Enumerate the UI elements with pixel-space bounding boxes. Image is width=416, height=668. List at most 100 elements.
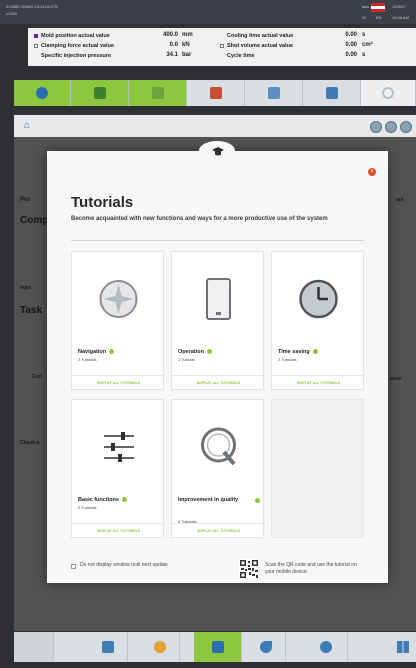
bottom-nav-auto-button[interactable] — [304, 632, 348, 662]
dialog-subtitle: Become acquainted with new functions and… — [71, 216, 328, 222]
process-icon — [209, 87, 222, 99]
tutorial-card-operation[interactable]: Operation 1 Tutorial DISPLAY ALL TUTORIA… — [171, 251, 265, 390]
dont-show-again-label[interactable]: Do not display window until next update — [80, 562, 180, 569]
tutorial-card-basic-functions[interactable]: Basic functions 2 Tutorials DISPLAY ALL … — [71, 399, 165, 538]
value-row[interactable]: Clamping force actual value — [34, 42, 114, 50]
home-icon[interactable]: ⌂ — [24, 121, 34, 131]
value-row[interactable]: Mold position actual value — [34, 32, 110, 40]
value-row[interactable]: Shot volume actual value — [220, 42, 293, 50]
status-dot-icon — [109, 349, 115, 355]
value-row: Cooling time actual value — [227, 33, 294, 39]
sliders-icon — [104, 432, 134, 462]
clock-display: 10:38 AM — [392, 15, 409, 20]
language-code[interactable]: EN — [376, 15, 382, 20]
injection-icon — [151, 87, 164, 99]
display-all-link[interactable]: DISPLAY ALL TUTORIALS — [172, 523, 265, 533]
quality-icon — [267, 87, 280, 99]
display-all-link[interactable]: DISPLAY ALL TUTORIALS — [172, 375, 265, 385]
value-number: 400.0 — [162, 32, 178, 38]
display-all-link[interactable]: DISPLAY ALL TUTORIALS — [72, 375, 165, 385]
value-row: Specific injection pressure — [41, 53, 111, 59]
cycle-icon — [259, 641, 272, 653]
tutorials-dialog: × Tutorials Become acquainted with new f… — [47, 141, 388, 583]
card-title: Navigation — [78, 349, 148, 356]
bottom-nav-disabled — [14, 632, 54, 662]
status-dot-icon — [312, 349, 318, 355]
value-row: Cycle time — [227, 53, 255, 59]
tutorial-button[interactable] — [385, 121, 397, 133]
grid-icon — [397, 641, 409, 653]
qr-code-icon — [239, 559, 259, 579]
nav-process-button[interactable] — [187, 80, 245, 106]
machine-icon — [36, 87, 48, 99]
display-all-link[interactable]: DISPLAY ALL TUTORIALS — [272, 375, 365, 385]
screenshot-button[interactable] — [370, 121, 382, 133]
mold-icon — [93, 87, 106, 99]
bottom-nav-active-button[interactable] — [194, 632, 242, 662]
tablet-icon — [206, 278, 231, 320]
bottom-nav-mold-button[interactable] — [88, 632, 128, 662]
bottom-nav-grid-button[interactable] — [390, 632, 416, 662]
card-count: 1 Tutorial — [178, 357, 195, 362]
value-unit: bar — [182, 52, 192, 58]
tutorial-card-time-saving[interactable]: Time saving 2 Tutorials DISPLAY ALL TUTO… — [271, 251, 365, 390]
status-dot-icon — [255, 498, 260, 503]
auto-icon — [319, 641, 332, 653]
main-nav — [14, 80, 416, 106]
process-values-panel: Mold position actual value Clamping forc… — [28, 28, 416, 66]
nav-home-button[interactable] — [14, 80, 71, 106]
divider — [71, 240, 364, 241]
status-sub-1: 11 — [362, 15, 367, 20]
checkbox-icon[interactable] — [34, 43, 38, 48]
display-all-link[interactable]: DISPLAY ALL TUTORIALS — [72, 523, 165, 533]
value-number: 34.1 — [166, 52, 178, 58]
card-title: Time saving — [278, 349, 348, 356]
clock-icon — [299, 279, 338, 319]
status-dot-icon — [206, 349, 212, 355]
language-flag-icon[interactable] — [371, 3, 385, 12]
card-count: 2 Tutorials — [78, 357, 97, 362]
bottom-nav-cycle-button[interactable] — [246, 632, 286, 662]
qr-instructions: Scan the QR code and use the tutorial on… — [265, 562, 357, 575]
user-name[interactable]: tufa — [362, 4, 369, 9]
nav-quality-button[interactable] — [245, 80, 303, 106]
q-icon — [201, 427, 236, 466]
dialog-title: Tutorials — [71, 194, 134, 211]
dont-show-again-checkbox[interactable] — [71, 564, 76, 569]
close-button[interactable]: × — [368, 168, 376, 176]
toolbar — [14, 115, 416, 137]
help-button[interactable] — [400, 121, 412, 133]
tutorial-card-improvement-in-quality[interactable]: Improvement in quality 4 Tutorials DISPL… — [171, 399, 265, 538]
card-count: 2 Tutorials — [278, 357, 297, 362]
tutorial-card-navigation[interactable]: Navigation 2 Tutorials DISPLAY ALL TUTOR… — [71, 251, 165, 390]
value-unit: s — [362, 32, 366, 38]
card-title: Operation — [178, 349, 248, 356]
value-unit: cm³ — [362, 42, 373, 48]
graduation-cap-icon — [212, 147, 224, 156]
card-title: Improvement in quality — [178, 497, 239, 503]
value-number: 0.00 — [345, 42, 357, 48]
status-bar: 312580 CM820 13:11:04:175 c1300 tufa 12/… — [0, 0, 416, 24]
nav-setup-button[interactable] — [71, 80, 129, 106]
nav-production-button[interactable] — [303, 80, 361, 106]
bottom-nav-tools-button[interactable] — [140, 632, 180, 662]
nav-injection-button[interactable] — [129, 80, 187, 106]
compass-icon — [99, 280, 138, 318]
value-number: 0.00 — [345, 52, 357, 58]
checkbox-icon[interactable] — [34, 33, 38, 38]
value-unit: s — [362, 52, 366, 58]
power-button[interactable] — [361, 80, 416, 106]
card-title: Basic functions — [78, 497, 148, 504]
status-dot-icon — [121, 497, 127, 503]
mold-setup-icon — [101, 641, 114, 653]
value-unit: mm — [182, 32, 193, 38]
hand-icon — [211, 641, 224, 653]
date-display: 12/9/17 — [392, 4, 406, 9]
value-number: 0.00 — [345, 32, 357, 38]
machine-id: 312580 CM820 13:11:04:175 — [6, 4, 58, 9]
checkbox-icon[interactable] — [220, 43, 224, 48]
card-count: 2 Tutorials — [78, 505, 97, 510]
tools-icon — [153, 641, 166, 653]
power-icon — [382, 87, 394, 99]
value-number: 0.0 — [169, 42, 178, 48]
